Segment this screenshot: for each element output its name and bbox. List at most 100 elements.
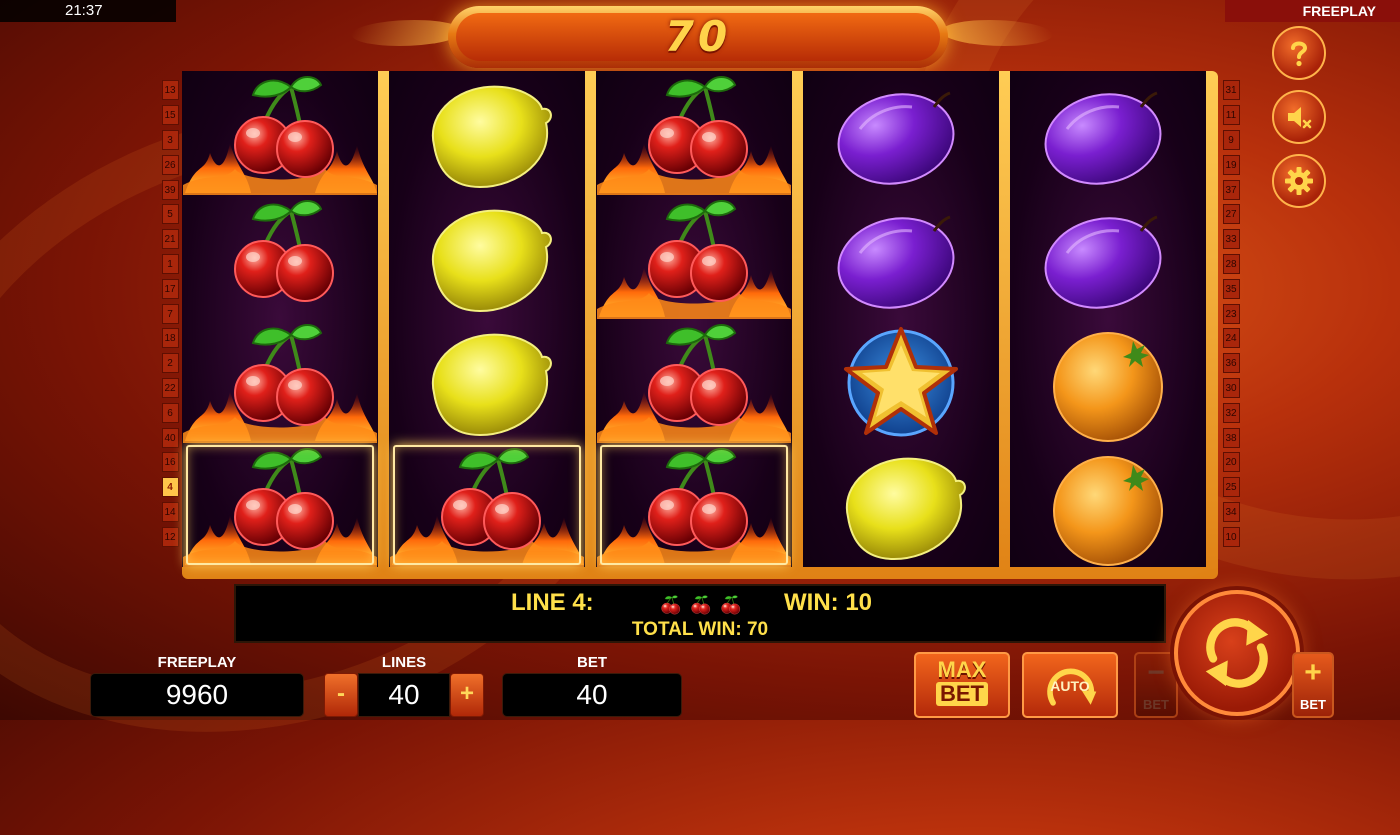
payline-number-label: 17 <box>161 278 179 299</box>
payline-number-label: 36 <box>1222 353 1240 374</box>
payline-number: 14 <box>161 500 179 525</box>
payline-number-label: 12 <box>161 526 179 547</box>
payline-number-label: 22 <box>161 377 179 398</box>
symbol-cherry-fire <box>596 71 792 195</box>
payline-number-label: 24 <box>1222 328 1240 349</box>
cherry-icon <box>390 447 584 567</box>
plum-icon <box>828 82 964 196</box>
cherry-icon <box>183 323 377 443</box>
payline-number: 39 <box>161 177 179 202</box>
speaker-muted-icon <box>1288 107 1312 129</box>
bet-increase-button[interactable]: + BET <box>1292 652 1334 718</box>
payline-number: 32 <box>1222 400 1240 425</box>
payline-number-label: 15 <box>161 105 179 126</box>
autoplay-button[interactable]: AUTO <box>1022 652 1118 718</box>
lemon-icon <box>431 85 552 188</box>
autoplay-label: AUTO <box>1050 678 1090 694</box>
payline-number-label: 19 <box>1222 154 1240 175</box>
orange-icon <box>1053 332 1163 442</box>
reels-frame <box>182 71 1218 579</box>
symbol-lemon <box>803 443 999 567</box>
payline-number: 30 <box>1222 376 1240 401</box>
cherry-icon <box>597 75 791 195</box>
sound-button[interactable] <box>1272 90 1326 144</box>
symbol-plum <box>803 71 999 196</box>
help-button[interactable] <box>1272 26 1326 80</box>
lemon-icon <box>845 457 966 560</box>
symbol-lemon <box>389 319 585 443</box>
win-info-panel: LINE 4: WIN: 10 TOTAL WIN: 70 <box>234 584 1166 643</box>
payline-number-label: 6 <box>161 402 179 423</box>
cherry-icon <box>233 199 335 303</box>
payline-number: 33 <box>1222 227 1240 252</box>
symbol-lemon <box>389 195 585 319</box>
lines-decrease-button[interactable]: - <box>324 673 358 717</box>
payline-number: 26 <box>161 152 179 177</box>
payline-number-label: 18 <box>161 328 179 349</box>
payline-number: 24 <box>1222 326 1240 351</box>
spin-button[interactable] <box>1174 590 1300 716</box>
payline-number: 28 <box>1222 252 1240 277</box>
cherry-icon <box>183 75 377 195</box>
symbol-plum <box>803 195 999 320</box>
payline-number-label: 9 <box>1222 129 1240 150</box>
payline-number: 36 <box>1222 351 1240 376</box>
symbol-orange <box>1010 443 1206 567</box>
payline-number: 35 <box>1222 276 1240 301</box>
reel-2 <box>389 71 585 567</box>
lines-display: 40 <box>358 673 450 717</box>
payline-number: 18 <box>161 326 179 351</box>
payline-number: 16 <box>161 450 179 475</box>
plum-icon <box>1035 206 1171 320</box>
cherry-icon <box>661 595 681 615</box>
bet-decrease-label: BET <box>1143 697 1169 712</box>
max-bet-label-top: MAX <box>937 657 987 682</box>
symbol-plum <box>1010 71 1206 196</box>
payline-number-label: 3 <box>161 129 179 150</box>
payline-number: 7 <box>161 301 179 326</box>
payline-number: 34 <box>1222 500 1240 525</box>
lines-label: LINES <box>381 654 427 671</box>
payline-number: 19 <box>1222 152 1240 177</box>
payline-number-label: 7 <box>161 303 179 324</box>
payline-number-label: 21 <box>161 229 179 250</box>
balance-label: FREEPLAY <box>157 654 237 671</box>
payline-number: 23 <box>1222 301 1240 326</box>
payline-number: 13 <box>161 78 179 103</box>
payline-number-label: 31 <box>1222 80 1240 101</box>
cherry-icon <box>597 447 791 567</box>
payline-number-label: 34 <box>1222 501 1240 522</box>
reel-4 <box>803 71 999 567</box>
max-bet-button[interactable]: MAX BET <box>914 652 1010 718</box>
settings-button[interactable] <box>1272 154 1326 208</box>
payline-number: 27 <box>1222 202 1240 227</box>
payline-number-label: 40 <box>161 427 179 448</box>
win-line-label: LINE 4: <box>511 589 594 616</box>
payline-number-label: 2 <box>161 353 179 374</box>
symbol-lemon <box>389 71 585 195</box>
payline-number: 40 <box>161 425 179 450</box>
payline-number-label: 14 <box>161 501 179 522</box>
payline-number: 10 <box>1222 524 1240 549</box>
symbol-cherry-fire <box>596 443 792 567</box>
win-amount: 70 <box>664 12 732 61</box>
payline-number: 12 <box>161 524 179 549</box>
cherry-icon <box>721 595 741 615</box>
payline-number-label: 1 <box>161 253 179 274</box>
bet-display: 40 <box>502 673 682 717</box>
reel-5 <box>1010 71 1206 567</box>
payline-number-label: 26 <box>161 154 179 175</box>
payline-number-label: 28 <box>1222 253 1240 274</box>
payline-number-label: 4 <box>161 477 179 498</box>
symbol-cherry-fire <box>182 71 378 195</box>
bet-decrease-button[interactable]: − BET <box>1134 652 1178 718</box>
mode-label: FREEPLAY <box>1225 0 1400 22</box>
symbol-cherry-fire <box>389 443 585 567</box>
plus-icon: + <box>1304 656 1322 689</box>
clock: 21:37 <box>0 0 176 22</box>
max-bet-label-bottom: BET <box>936 682 988 706</box>
reel-3 <box>596 71 792 567</box>
payline-number-label: 13 <box>161 80 179 101</box>
payline-number: 25 <box>1222 475 1240 500</box>
lines-increase-button[interactable]: + <box>450 673 484 717</box>
